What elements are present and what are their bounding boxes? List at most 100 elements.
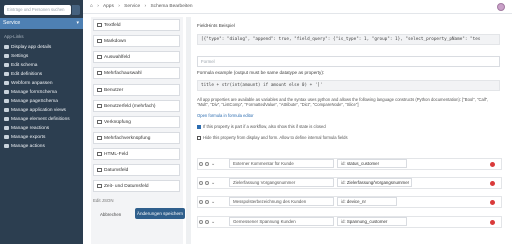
sidebar-item-label: Manage application views <box>11 108 66 113</box>
clock-icon <box>97 183 102 188</box>
property-id-field[interactable]: id: Spannung_customer <box>337 217 407 226</box>
html-icon <box>97 151 102 156</box>
book-icon <box>4 71 9 76</box>
sidebar-item-label: Manage element definitions <box>11 117 70 122</box>
search-icon[interactable] <box>72 5 80 15</box>
sidebar-item-settings[interactable]: Settings <box>4 53 28 61</box>
add-icon[interactable] <box>199 161 203 166</box>
workflow-checkbox-label: If this property is part if a workflow, … <box>203 124 326 129</box>
palette-item-benutzer[interactable]: Benutzer <box>93 84 180 96</box>
edit-icon <box>4 62 9 67</box>
property-label-field[interactable]: Gemessener Spannung Kunden <box>229 217 334 226</box>
gear-icon <box>4 53 9 58</box>
chevron-down-icon[interactable]: ⌄ <box>211 161 215 167</box>
sidebar-item-element-definitions[interactable]: Manage element definitions <box>4 116 70 124</box>
sidebar-item-edit-schema[interactable]: Edit schema <box>4 62 37 70</box>
sidebar-item-label: Manage formSchema <box>11 90 57 95</box>
property-id-field[interactable]: id: status_customer <box>337 159 407 168</box>
add-icon[interactable] <box>199 180 203 185</box>
sidebar-item-edit-definitions[interactable]: Edit definitions <box>4 71 42 79</box>
chevron-down-icon[interactable]: ⌄ <box>211 180 215 186</box>
sidebar-item-pageschema[interactable]: Manage pageSchema <box>4 98 58 106</box>
home-icon[interactable]: ⌂ <box>90 4 93 9</box>
markdown-icon <box>97 38 102 43</box>
multiselect-icon <box>97 70 102 75</box>
hide-property-checkbox-label: Hide this property from display and form… <box>203 135 348 140</box>
sidebar-item-label: Edit definitions <box>11 72 43 77</box>
hide-property-checkbox[interactable] <box>197 135 201 140</box>
property-label-field[interactable]: Messpolsterbezeichnung des Kunden <box>229 197 334 206</box>
multilink-icon <box>97 135 102 140</box>
row-controls: ⌄ <box>199 217 215 227</box>
breadcrumb-apps[interactable]: Apps <box>103 4 114 9</box>
chevron-down-icon[interactable]: ⌄ <box>211 219 215 225</box>
breadcrumb-service[interactable]: Service <box>124 4 140 9</box>
sidebar-item-label: Edit schema <box>11 63 38 68</box>
text-field-icon <box>97 22 102 27</box>
save-button[interactable]: Änderungen speichern <box>135 208 185 219</box>
property-label-field[interactable]: Zielerfassung Vorgangsnummer <box>229 178 334 187</box>
delete-icon[interactable] <box>490 181 495 186</box>
palette-item-benutzerfeld-mehrfach[interactable]: Benutzerfeld (mehrfach) <box>93 100 180 112</box>
sidebar-item-label: Manage reactions <box>11 126 50 131</box>
user-icon <box>97 87 102 92</box>
sidebar-item-reactions[interactable]: Manage reactions <box>4 125 49 133</box>
sidebar-item-webform[interactable]: Webform anpassen <box>4 80 53 88</box>
globe-icon <box>4 80 9 85</box>
formula-example-code: title + str(int(amount) if amount else 0… <box>197 80 500 91</box>
hide-property-checkbox-row[interactable]: Hide this property from display and form… <box>197 135 348 140</box>
sidebar-item-formschema[interactable]: Manage formSchema <box>4 89 57 97</box>
formula-input[interactable]: Formel <box>197 56 500 67</box>
palette-item-textfeld[interactable]: Textfeld <box>93 19 180 31</box>
info-icon <box>4 44 9 49</box>
settings-icon[interactable] <box>205 161 209 166</box>
search-input[interactable]: Einträge und Personen suchen <box>4 5 71 15</box>
users-icon <box>97 103 102 108</box>
workflow-checkbox-row[interactable]: If this property is part if a workflow, … <box>197 124 326 129</box>
breadcrumb: ⌂ › Apps › Service › Schema Bearbeiten <box>90 4 193 9</box>
formula-example-label: Formula example (output must be same dat… <box>197 70 325 75</box>
palette-item-verknuepfung[interactable]: Verknüpfung <box>93 116 180 128</box>
delete-icon[interactable] <box>490 220 495 225</box>
property-id-field[interactable]: id: device_nr <box>337 197 397 206</box>
property-id-field[interactable]: id: Zielerfassung/Vorgangsnummer <box>337 178 412 187</box>
settings-icon[interactable] <box>205 199 209 204</box>
palette-item-auswahlfeld[interactable]: Auswahlfeld <box>93 51 180 63</box>
form-icon <box>4 89 9 94</box>
sidebar-item-display-app-details[interactable]: Display app details <box>4 44 51 52</box>
sidebar-item-label: Manage actions <box>11 144 45 149</box>
scrollbar[interactable] <box>186 17 191 244</box>
fieldhints-title: FieldHints Beispiel <box>197 23 235 28</box>
row-controls: ⌄ <box>199 178 215 188</box>
formula-editor-link[interactable]: Open formula in formula editor <box>197 113 254 118</box>
sidebar-item-exports[interactable]: Manage exports <box>4 134 45 142</box>
fieldhints-code[interactable]: [{"type": "dialog", "append": true, "fie… <box>197 34 500 45</box>
settings-icon[interactable] <box>205 219 209 224</box>
palette-item-mehrfachverknuepfung[interactable]: Mehrfachverknüpfung <box>93 132 180 144</box>
workflow-checkbox[interactable] <box>197 124 201 129</box>
select-icon <box>97 54 102 59</box>
property-label-field[interactable]: Externer Kommentar für Kunde <box>229 159 334 168</box>
palette-item-datumsfeld[interactable]: Datumsfeld <box>93 164 180 176</box>
cancel-button[interactable]: Abbrechen <box>100 210 121 219</box>
delete-icon[interactable] <box>490 200 495 205</box>
sidebar-item-actions[interactable]: Manage actions <box>4 143 45 151</box>
link-icon <box>97 119 102 124</box>
palette-item-mehrfachauswahl[interactable]: Mehrfachauswahl <box>93 67 180 79</box>
edit-json-link[interactable]: Edit JSON <box>93 198 114 203</box>
avatar[interactable] <box>497 3 505 11</box>
chevron-down-icon[interactable]: ⌄ <box>211 199 215 205</box>
palette-item-html-feld[interactable]: HTML-Feld <box>93 148 180 160</box>
palette-item-zeit-und-datumsfeld[interactable]: Zeit- und Datumsfeld <box>93 180 180 192</box>
sidebar-item-label: Manage pageSchema <box>11 99 58 104</box>
settings-icon[interactable] <box>205 180 209 185</box>
element-icon <box>4 116 9 121</box>
app-switcher[interactable]: Service ▾ <box>0 18 83 29</box>
palette-item-markdown[interactable]: Markdown <box>93 35 180 47</box>
add-icon[interactable] <box>199 199 203 204</box>
delete-icon[interactable] <box>490 162 495 167</box>
sidebar-item-views[interactable]: Manage application views <box>4 107 66 115</box>
add-icon[interactable] <box>199 219 203 224</box>
views-icon <box>4 107 9 112</box>
page-icon <box>4 98 9 103</box>
